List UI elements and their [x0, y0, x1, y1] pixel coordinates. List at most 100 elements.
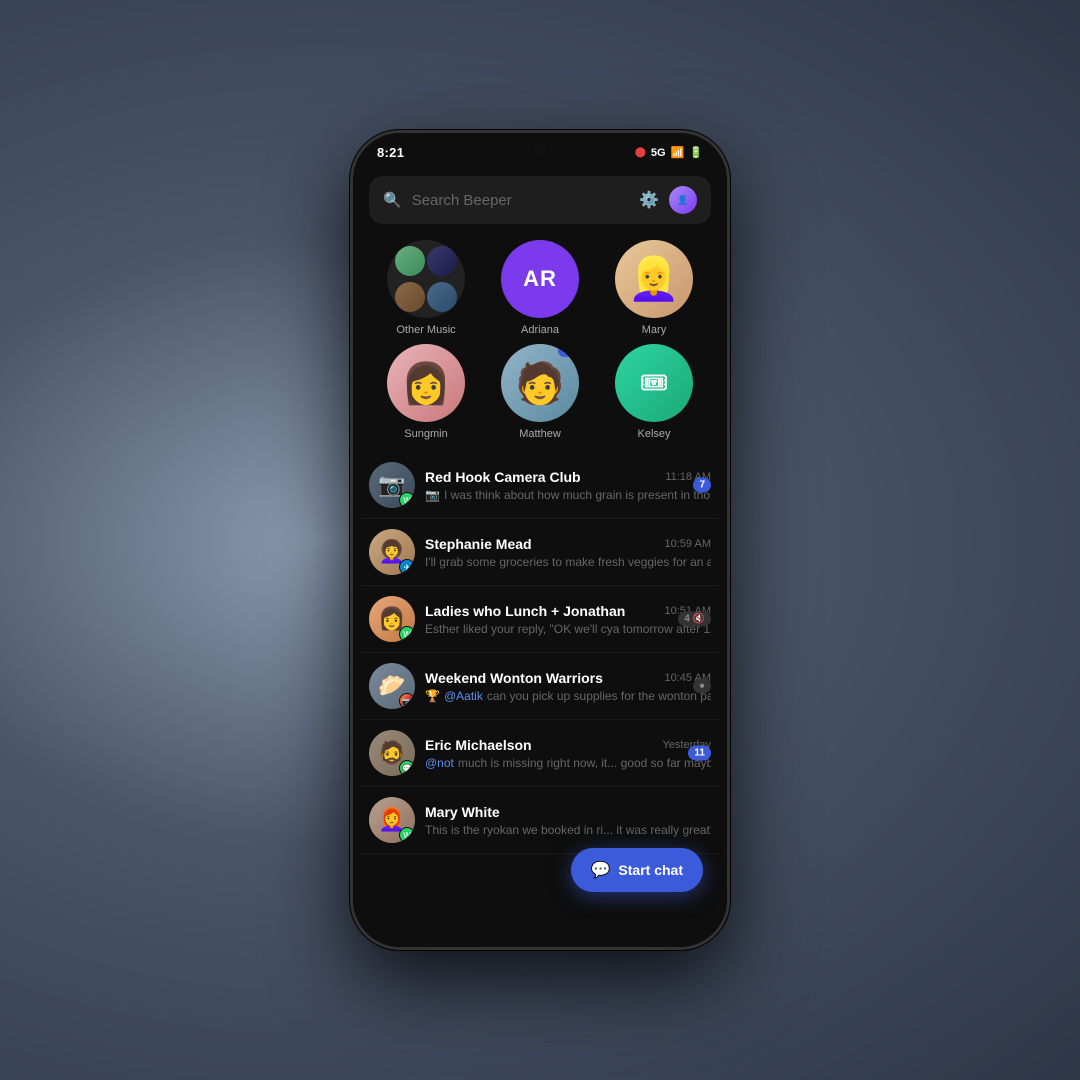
chat-header-red-hook: Red Hook Camera Club 11:18 AM: [425, 469, 711, 485]
start-chat-fab[interactable]: 💬 Start chat: [571, 848, 704, 892]
chat-name-red-hook: Red Hook Camera Club: [425, 469, 581, 485]
story-adriana[interactable]: AR Adriana: [501, 240, 579, 336]
chat-list: 📷 W Red Hook Camera Club 11:18 AM 📷 I wa…: [353, 452, 727, 854]
chat-badge-eric: 11: [688, 746, 711, 761]
signal-icon: 📶: [671, 146, 685, 159]
status-bar: 8:21 ⬤ 5G 📶 🔋: [353, 133, 727, 168]
kelsey-avatar-bg: 🎟: [615, 344, 693, 422]
chat-avatar-wonton: 🥟 📷: [369, 663, 415, 709]
search-bar[interactable]: 🔍 Search Beeper ⚙️ 👤: [369, 176, 711, 224]
mary-avatar-icon: 👱‍♀️: [628, 255, 680, 304]
story-other-music[interactable]: 8 Other Music: [387, 240, 465, 336]
chat-avatar-eric: 🧔 💬: [369, 730, 415, 776]
mini-avatar-4: [427, 282, 457, 312]
story-avatar-adriana: AR: [501, 240, 579, 318]
chat-preview-ladies: Esther liked your reply, "OK we'll cya t…: [425, 622, 711, 636]
user-avatar[interactable]: 👤: [669, 186, 697, 214]
platform-icon-wa: W: [399, 492, 415, 508]
mention-not: @not: [425, 756, 454, 770]
chat-badge-ladies: 4 🔇: [678, 612, 711, 627]
story-mary[interactable]: 👱‍♀️ Mary: [615, 240, 693, 336]
chat-avatar-ladies: 👩 W: [369, 596, 415, 642]
story-avatar-matthew: 🧑 11: [501, 344, 579, 422]
chat-preview-eric: @not much is missing right now, it... go…: [425, 756, 711, 770]
story-label-kelsey: Kelsey: [637, 428, 670, 440]
mini-avatar-3: [395, 282, 425, 312]
story-avatar-sungmin: 👩: [387, 344, 465, 422]
network-label: 5G: [651, 147, 666, 159]
story-sungmin[interactable]: 👩 Sungmin: [387, 344, 465, 440]
phone-body: 8:21 ⬤ 5G 📶 🔋 🔍 Search Beeper ⚙️ 👤: [350, 130, 730, 950]
status-time: 8:21: [377, 145, 404, 160]
mini-avatar-1: [395, 246, 425, 276]
story-matthew[interactable]: 🧑 11 Matthew: [501, 344, 579, 440]
chat-time-stephanie: 10:59 AM: [665, 538, 711, 550]
chat-preview-icon: 📷: [425, 488, 440, 502]
story-avatar-kelsey: 🎟: [615, 344, 693, 422]
chat-content-stephanie: Stephanie Mead 10:59 AM I'll grab some g…: [425, 536, 711, 569]
start-chat-label: Start chat: [618, 862, 683, 878]
story-label-sungmin: Sungmin: [404, 428, 447, 440]
chat-badge-wonton: ●: [693, 679, 711, 694]
chat-item-red-hook[interactable]: 📷 W Red Hook Camera Club 11:18 AM 📷 I wa…: [361, 452, 719, 519]
mention-aatik: @Aatik: [444, 689, 483, 703]
chat-name-wonton: Weekend Wonton Warriors: [425, 670, 603, 686]
settings-icon[interactable]: ⚙️: [639, 190, 659, 210]
chat-preview-wonton: 🏆 @Aatik can you pick up supplies for th…: [425, 689, 711, 703]
chat-item-eric[interactable]: 🧔 💬 Eric Michaelson Yesterday @not much …: [361, 720, 719, 787]
sungmin-avatar-bg: 👩: [387, 344, 465, 422]
chat-item-marywhite[interactable]: 👩‍🦰 W Mary White This is the ryokan we b…: [361, 787, 719, 854]
chat-header-wonton: Weekend Wonton Warriors 10:45 AM: [425, 670, 711, 686]
story-label-adriana: Adriana: [521, 324, 559, 336]
chat-avatar-marywhite: 👩‍🦰 W: [369, 797, 415, 843]
adriana-initials: AR: [523, 266, 557, 292]
search-input[interactable]: Search Beeper: [412, 192, 629, 209]
chat-name-stephanie: Stephanie Mead: [425, 536, 532, 552]
story-avatar-other-music: 8: [387, 240, 465, 318]
camera-dot: [534, 143, 546, 155]
matthew-badge: 11: [558, 344, 579, 357]
sungmin-avatar-icon: 👩: [401, 360, 451, 407]
chat-preview-stephanie: I'll grab some groceries to make fresh v…: [425, 555, 711, 569]
chat-content-ladies: Ladies who Lunch + Jonathan 10:51 AM Est…: [425, 603, 711, 636]
phone-wrapper: 8:21 ⬤ 5G 📶 🔋 🔍 Search Beeper ⚙️ 👤: [350, 130, 730, 950]
chat-item-wonton[interactable]: 🥟 📷 Weekend Wonton Warriors 10:45 AM 🏆 @…: [361, 653, 719, 720]
chat-name-marywhite: Mary White: [425, 804, 500, 820]
chat-preview-marywhite: This is the ryokan we booked in ri... it…: [425, 823, 711, 837]
chat-item-stephanie[interactable]: 👩‍🦱 ✈ Stephanie Mead 10:59 AM I'll grab …: [361, 519, 719, 586]
status-icons: ⬤ 5G 📶 🔋: [635, 146, 703, 159]
search-icon: 🔍: [383, 191, 402, 209]
screen: 8:21 ⬤ 5G 📶 🔋 🔍 Search Beeper ⚙️ 👤: [353, 133, 727, 947]
chat-header-stephanie: Stephanie Mead 10:59 AM: [425, 536, 711, 552]
story-kelsey[interactable]: 🎟 Kelsey: [615, 344, 693, 440]
stories-row-2: 👩 Sungmin 🧑 11 Matthew: [353, 344, 727, 452]
matthew-avatar-icon: 🧑: [515, 360, 565, 407]
start-chat-icon: 💬: [591, 860, 611, 880]
user-avatar-initial: 👤: [677, 195, 688, 206]
chat-content-eric: Eric Michaelson Yesterday @not much is m…: [425, 737, 711, 770]
mary-avatar-bg: 👱‍♀️: [615, 240, 693, 318]
chat-name-ladies: Ladies who Lunch + Jonathan: [425, 603, 625, 619]
chat-avatar-red-hook: 📷 W: [369, 462, 415, 508]
chat-preview-red-hook: 📷 I was think about how much grain is pr…: [425, 488, 711, 502]
chat-avatar-stephanie: 👩‍🦱 ✈: [369, 529, 415, 575]
chat-header-marywhite: Mary White: [425, 804, 711, 820]
stories-row-1: 8 Other Music AR Adriana: [353, 240, 727, 344]
chat-name-eric: Eric Michaelson: [425, 737, 532, 753]
story-label-matthew: Matthew: [519, 428, 561, 440]
record-icon: ⬤: [635, 147, 646, 158]
chat-item-ladies[interactable]: 👩 W Ladies who Lunch + Jonathan 10:51 AM…: [361, 586, 719, 653]
platform-icon-wa-2: W: [399, 626, 415, 642]
chat-content-marywhite: Mary White This is the ryokan we booked …: [425, 804, 711, 837]
story-avatar-mary: 👱‍♀️: [615, 240, 693, 318]
platform-icon-tg: ✈: [399, 559, 415, 575]
other-music-badge: 8: [449, 240, 465, 251]
chat-header-eric: Eric Michaelson Yesterday: [425, 737, 711, 753]
chat-content-wonton: Weekend Wonton Warriors 10:45 AM 🏆 @Aati…: [425, 670, 711, 703]
chat-badge-red-hook: 7: [693, 478, 711, 493]
battery-icon: 🔋: [689, 146, 703, 159]
story-label-mary: Mary: [642, 324, 666, 336]
platform-icon-ig: 📷: [399, 693, 415, 709]
platform-icon-wa-3: W: [399, 827, 415, 843]
chat-header-ladies: Ladies who Lunch + Jonathan 10:51 AM: [425, 603, 711, 619]
